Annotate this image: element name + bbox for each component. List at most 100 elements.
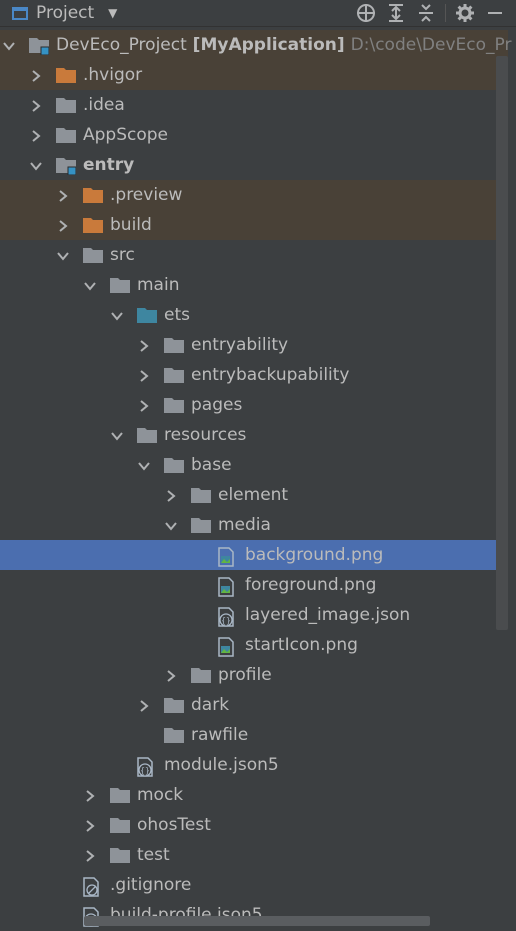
tree-item[interactable]: {} layered_image.json: [0, 600, 508, 630]
json-file-icon: {}: [137, 757, 155, 777]
chevron-down-icon[interactable]: [110, 428, 124, 442]
tree-item-label: pages: [191, 394, 242, 416]
tree-item-name: background.png: [245, 545, 384, 565]
tree-item-label: src: [110, 244, 135, 266]
tree-item[interactable]: build: [0, 210, 508, 240]
project-path: D:\code\DevEco_Pr: [350, 35, 512, 55]
locate-icon[interactable]: [351, 0, 381, 26]
tree-item[interactable]: rawfile: [0, 720, 508, 750]
tree-item[interactable]: entrybackupability: [0, 360, 508, 390]
folder-icon: [164, 367, 184, 383]
chevron-right-icon[interactable]: [164, 488, 178, 502]
chevron-down-icon[interactable]: [83, 278, 97, 292]
ignore-file-icon: [83, 877, 101, 897]
tree-item[interactable]: media: [0, 510, 508, 540]
chevron-right-icon[interactable]: [83, 848, 97, 862]
tree-item[interactable]: resources: [0, 420, 508, 450]
chevron-right-icon[interactable]: [83, 818, 97, 832]
chevron-down-icon[interactable]: [29, 158, 43, 172]
tree-item[interactable]: main: [0, 270, 508, 300]
tree-item-name: main: [137, 275, 180, 295]
tree-item-name: element: [218, 485, 289, 505]
source-folder-icon: [137, 307, 157, 323]
tree-item[interactable]: element: [0, 480, 508, 510]
tree-item-name: resources: [164, 425, 247, 445]
tree-item-name: build: [110, 215, 152, 235]
tree-item-name: test: [137, 845, 170, 865]
tree-item-name: mock: [137, 785, 184, 805]
chevron-right-icon[interactable]: [137, 398, 151, 412]
chevron-right-icon[interactable]: [29, 68, 43, 82]
tree-item[interactable]: mock: [0, 780, 508, 810]
tree-item[interactable]: foreground.png: [0, 570, 508, 600]
chevron-down-icon[interactable]: [164, 518, 178, 532]
chevron-right-icon[interactable]: [137, 338, 151, 352]
tree-item-label: .hvigor: [83, 64, 142, 86]
folder-icon: [137, 427, 157, 443]
tree-item-name: .idea: [83, 95, 125, 115]
tree-item-name: dark: [191, 695, 230, 715]
tree-item-name: media: [218, 515, 271, 535]
tree-item[interactable]: ohosTest: [0, 810, 508, 840]
tree-item-label: test: [137, 844, 170, 866]
chevron-down-icon[interactable]: [2, 38, 16, 52]
tree-item-name: .preview: [110, 185, 183, 205]
toolbar-separator: [445, 4, 446, 22]
chevron-right-icon[interactable]: [83, 788, 97, 802]
tree-item[interactable]: base: [0, 450, 508, 480]
chevron-right-icon[interactable]: [56, 188, 70, 202]
tree-item-name: layered_image.json: [245, 605, 411, 625]
tree-item[interactable]: background.png: [0, 540, 508, 570]
chevron-down-icon[interactable]: ▼: [108, 6, 117, 20]
tree-item[interactable]: profile: [0, 660, 508, 690]
vertical-scrollbar[interactable]: [496, 56, 508, 630]
chevron-down-icon[interactable]: [56, 248, 70, 262]
chevron-right-icon[interactable]: [137, 698, 151, 712]
folder-icon: [164, 457, 184, 473]
tree-item-name: foreground.png: [245, 575, 377, 595]
chevron-right-icon[interactable]: [29, 98, 43, 112]
tree-item-label: ohosTest: [137, 814, 211, 836]
tree-item-label: ets: [164, 304, 190, 326]
folder-icon: [164, 697, 184, 713]
image-file-icon: [218, 577, 236, 597]
chevron-down-icon[interactable]: [137, 458, 151, 472]
module-folder-icon: [56, 157, 77, 176]
tree-item-label: entry: [83, 154, 134, 176]
chevron-right-icon[interactable]: [137, 368, 151, 382]
tree-item[interactable]: .gitignore: [0, 870, 508, 900]
tree-item[interactable]: test: [0, 840, 508, 870]
tree-item-label: main: [137, 274, 179, 296]
tree-item[interactable]: entry: [0, 150, 508, 180]
tree-item[interactable]: pages: [0, 390, 508, 420]
chevron-right-icon[interactable]: [164, 668, 178, 682]
tree-item[interactable]: dark: [0, 690, 508, 720]
tree-item-name: module.json5: [164, 755, 279, 775]
tree-item[interactable]: AppScope: [0, 120, 508, 150]
tree-item-label: foreground.png: [245, 574, 376, 596]
gear-icon[interactable]: [450, 0, 480, 26]
horizontal-scrollbar[interactable]: [84, 916, 430, 926]
chevron-right-icon[interactable]: [29, 128, 43, 142]
tree-item[interactable]: .hvigor: [0, 60, 508, 90]
excluded-folder-icon: [83, 187, 103, 203]
tree-item[interactable]: {} module.json5: [0, 750, 508, 780]
tree-item-label: AppScope: [83, 124, 168, 146]
folder-icon: [110, 847, 130, 863]
tree-item[interactable]: .idea: [0, 90, 508, 120]
tree-item[interactable]: src: [0, 240, 508, 270]
minimize-icon[interactable]: [480, 0, 510, 26]
tree-item[interactable]: .preview: [0, 180, 508, 210]
chevron-down-icon[interactable]: [110, 308, 124, 322]
expand-all-icon[interactable]: [381, 0, 411, 26]
tree-item[interactable]: startIcon.png: [0, 630, 508, 660]
folder-icon: [164, 727, 184, 743]
module-folder-icon: [29, 37, 50, 56]
tree-item[interactable]: DevEco_Project [MyApplication] D:\code\De…: [0, 30, 511, 60]
tree-item-label: entrybackupability: [191, 364, 350, 386]
tree-item[interactable]: ets: [0, 300, 508, 330]
tree-item[interactable]: entryability: [0, 330, 508, 360]
chevron-right-icon[interactable]: [56, 218, 70, 232]
collapse-all-icon[interactable]: [411, 0, 441, 26]
project-view-selector[interactable]: Project ▼: [12, 0, 117, 26]
